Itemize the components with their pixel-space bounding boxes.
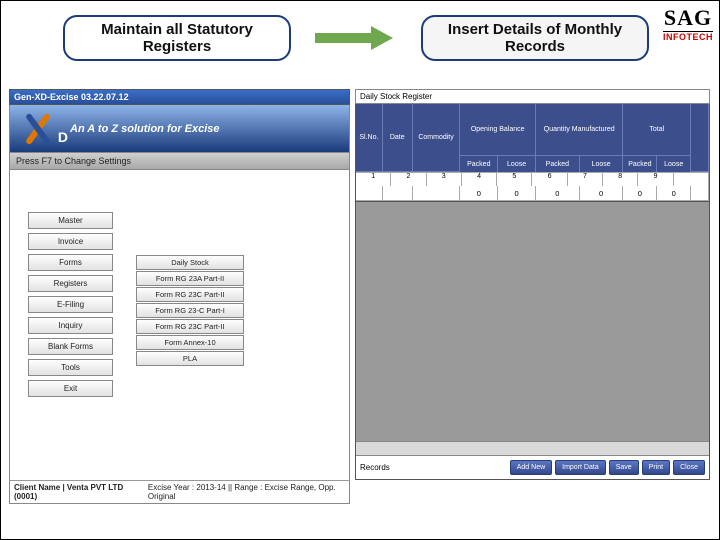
close-button[interactable]: Close (673, 460, 705, 475)
status-year: Excise Year : 2013-14 || Range : Excise … (148, 483, 345, 501)
num-9: 9 (638, 172, 673, 186)
submenu-annex10[interactable]: Form Annex-10 (136, 335, 244, 350)
status-bar: Client Name | Venta PVT LTD (0001) Excis… (9, 480, 350, 504)
grid-row-1[interactable]: 0 0 0 0 0 0 (356, 186, 709, 201)
submenu-pla[interactable]: PLA (136, 351, 244, 366)
status-client: Client Name | Venta PVT LTD (0001) (14, 483, 136, 501)
registers-submenu: Daily Stock Form RG 23A Part-II Form RG … (136, 255, 244, 366)
main-menu: Master Invoice Forms Registers E-Filing … (28, 212, 113, 397)
grid-footer: Records Add New Import Data Save Print C… (356, 455, 709, 479)
cell-2[interactable] (383, 186, 413, 201)
num-4: 4 (462, 172, 497, 186)
menu-item-efiling[interactable]: E-Filing (28, 296, 113, 313)
box-maintain-registers: Maintain all Statutory Registers (63, 15, 291, 61)
import-data-button[interactable]: Import Data (555, 460, 606, 475)
col-opening: Opening Balance (460, 104, 535, 156)
box-left-label: Maintain all Statutory Registers (101, 21, 253, 56)
num-8: 8 (603, 172, 638, 186)
submenu-rg23c-p2b[interactable]: Form RG 23C Part-II (136, 319, 244, 334)
sub-loose-1: Loose (498, 156, 535, 172)
records-label: Records (360, 463, 390, 472)
col-qty-mfg: Quantity Manufactured (536, 104, 623, 156)
grid-empty-body (356, 201, 709, 441)
daily-stock-window: Daily Stock Register Sl.No. Date Commodi… (355, 89, 710, 494)
logo-text: SAG (663, 5, 713, 32)
footer-buttons: Add New Import Data Save Print Close (510, 460, 705, 475)
grid-col-numbers: 1 2 3 4 5 6 7 8 9 (356, 172, 709, 186)
grid-header: Sl.No. Date Commodity Opening Balance Pa… (356, 104, 709, 172)
cell-6[interactable]: 0 (536, 186, 580, 201)
cell-blank[interactable] (691, 186, 709, 201)
col-total: Total (623, 104, 690, 156)
num-5: 5 (497, 172, 532, 186)
num-blank (674, 172, 709, 186)
grid: Sl.No. Date Commodity Opening Balance Pa… (355, 104, 710, 480)
sub-packed-1: Packed (460, 156, 498, 172)
window-titlebar: Gen-XD-Excise 03.22.07.12 (9, 89, 350, 105)
cell-9[interactable]: 0 (657, 186, 691, 201)
sub-loose-2: Loose (580, 156, 623, 172)
logo-sub: INFOTECH (663, 32, 713, 42)
submenu-rg23c-p1[interactable]: Form RG 23-C Part-I (136, 303, 244, 318)
brand-logo: SAG INFOTECH (663, 5, 713, 42)
banner-tagline: An A to Z solution for Excise (70, 123, 220, 135)
add-new-button[interactable]: Add New (510, 460, 552, 475)
save-button[interactable]: Save (609, 460, 639, 475)
num-3: 3 (427, 172, 462, 186)
app-window-registers: Gen-XD-Excise 03.22.07.12 D An A to Z so… (9, 89, 350, 494)
num-1: 1 (356, 172, 391, 186)
menu-item-master[interactable]: Master (28, 212, 113, 229)
submenu-rg23c-p2a[interactable]: Form RG 23C Part-II (136, 287, 244, 302)
cell-3[interactable] (413, 186, 461, 201)
box-right-label: Insert Details of Monthly Records (448, 21, 622, 56)
menu-item-tools[interactable]: Tools (28, 359, 113, 376)
menu-item-registers[interactable]: Registers (28, 275, 113, 292)
num-6: 6 (532, 172, 567, 186)
grid-title: Daily Stock Register (355, 89, 710, 104)
col-date: Date (383, 104, 412, 172)
cell-4[interactable]: 0 (460, 186, 498, 201)
col-extra (691, 104, 708, 172)
submenu-rg23a-p2[interactable]: Form RG 23A Part-II (136, 271, 244, 286)
sub-loose-3: Loose (657, 156, 690, 172)
sub-packed-2: Packed (536, 156, 580, 172)
print-button[interactable]: Print (642, 460, 670, 475)
menu-item-inquiry[interactable]: Inquiry (28, 317, 113, 334)
main-menu-area: Master Invoice Forms Registers E-Filing … (9, 170, 350, 480)
num-2: 2 (391, 172, 426, 186)
menu-item-exit[interactable]: Exit (28, 380, 113, 397)
menu-item-invoice[interactable]: Invoice (28, 233, 113, 250)
app-logo-icon: D (14, 111, 62, 147)
f7-hint-bar: Press F7 to Change Settings (9, 153, 350, 170)
app-banner: D An A to Z solution for Excise (9, 105, 350, 153)
col-commodity: Commodity (413, 104, 460, 172)
cell-5[interactable]: 0 (498, 186, 536, 201)
cell-1[interactable] (356, 186, 383, 201)
menu-item-forms[interactable]: Forms (28, 254, 113, 271)
sub-packed-3: Packed (623, 156, 657, 172)
arrow-right-icon (315, 31, 395, 45)
num-7: 7 (568, 172, 603, 186)
cell-7[interactable]: 0 (580, 186, 624, 201)
horizontal-scrollbar[interactable] (356, 441, 709, 455)
col-slno: Sl.No. (356, 104, 382, 172)
menu-item-blank-forms[interactable]: Blank Forms (28, 338, 113, 355)
box-insert-records: Insert Details of Monthly Records (421, 15, 649, 61)
submenu-daily-stock[interactable]: Daily Stock (136, 255, 244, 270)
cell-8[interactable]: 0 (623, 186, 657, 201)
